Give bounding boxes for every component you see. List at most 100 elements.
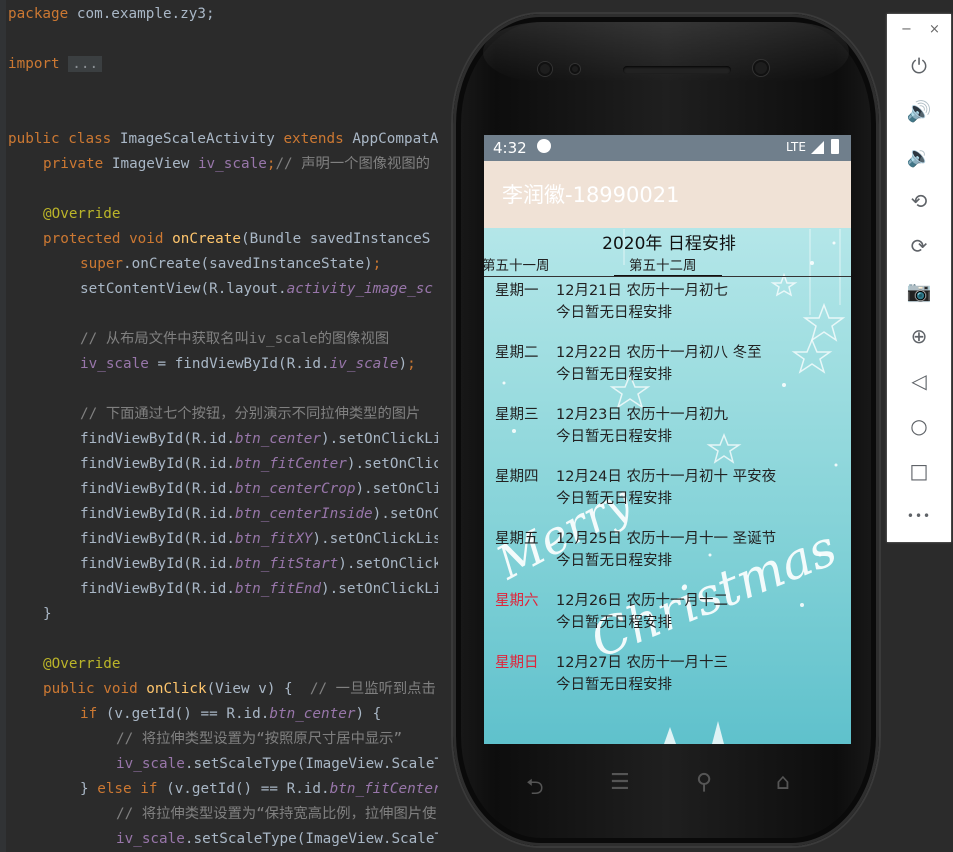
power-icon[interactable]: ⏻ [887, 44, 951, 88]
code-token: // 一旦监听到点击 [309, 681, 436, 697]
code-token: btn_fitCenter [234, 456, 347, 472]
search-icon[interactable]: ⚲ [696, 770, 712, 795]
rotate-left-icon[interactable]: ⟲ [887, 179, 951, 223]
minimize-button[interactable]: − [901, 22, 912, 37]
more-icon[interactable]: ••• [887, 494, 951, 538]
code-token: findViewById(R.id. [80, 431, 235, 447]
code-token: ImageView [103, 156, 198, 172]
code-token: // 从布局文件中获取名叫iv_scale的图像视图 [80, 331, 390, 347]
device-screen[interactable]: Merry Christmas 4:32 LTE 李润徽-18990021 20… [484, 135, 851, 744]
code-line[interactable]: } else if (v.getId() == R.id.btn_fitCent… [80, 777, 442, 802]
home-icon[interactable]: ○ [887, 404, 951, 448]
emulator-toolbar: − × ⏻ 🔊 🔉 ⟲ ⟳ 📷 ⊕ ◁ ○ □ ••• [887, 14, 951, 542]
date-label: 12月25日 农历十一月十一 圣诞节 [556, 531, 777, 547]
code-token: AppCompatA [343, 131, 439, 147]
code-line[interactable]: if (v.getId() == R.id.btn_center) { [80, 702, 381, 727]
code-token: @Override [43, 206, 121, 222]
back-icon[interactable]: ◁ [887, 359, 951, 403]
day-item[interactable]: 星期四 12月24日 农历十一月初十 平安夜 今日暂无日程安排 [484, 465, 851, 525]
code-token: iv_scale [116, 831, 185, 847]
code-line[interactable]: // 将拉伸类型设置为“保持宽高比例，拉伸图片使 [116, 802, 436, 827]
code-line[interactable]: // 下面通过七个按钮，分别演示不同拉伸类型的图片 [80, 402, 420, 427]
code-line[interactable]: import ... [8, 52, 103, 77]
sensor [570, 64, 580, 74]
code-line[interactable]: iv_scale.setScaleType(ImageView.ScaleTyp… [116, 827, 469, 852]
schedule-note: 今日暂无日程安排 [556, 429, 672, 445]
code-line[interactable]: // 将拉伸类型设置为“按照原尺寸居中显示” [116, 727, 402, 752]
editor-gutter [0, 0, 6, 852]
day-item[interactable]: 星期六 12月26日 农历十一月十二 今日暂无日程安排 [484, 589, 851, 649]
code-token: extends [283, 131, 344, 147]
code-token: onCreate [172, 231, 241, 247]
code-token: ).setOnCli [355, 481, 442, 497]
code-line[interactable]: package com.example.zy3; [8, 2, 215, 27]
code-token: btn_center [234, 431, 322, 447]
code-token: btn_centerCrop [234, 481, 356, 497]
tab-week-51[interactable]: 第五十一周 [484, 254, 550, 274]
code-line[interactable]: findViewById(R.id.btn_fitXY).setOnClickL… [80, 527, 442, 552]
volume-down-icon[interactable]: 🔉 [887, 134, 951, 178]
close-button[interactable]: × [929, 22, 940, 37]
schedule-note: 今日暂无日程安排 [556, 367, 672, 383]
rotate-right-icon[interactable]: ⟳ [887, 224, 951, 268]
code-line[interactable]: iv_scale.setScaleType(ImageView.ScaleT [116, 752, 443, 777]
day-item[interactable]: 星期二 12月22日 农历十一月初八 冬至 今日暂无日程安排 [484, 341, 851, 401]
tab-week-52[interactable]: 第五十二周 [629, 254, 697, 274]
code-line[interactable]: protected void onCreate(Bundle savedInst… [43, 227, 430, 252]
code-token: setContentView(R.layout. [80, 281, 287, 297]
volume-up-icon[interactable]: 🔊 [887, 89, 951, 133]
front-camera [538, 62, 552, 76]
overview-icon[interactable]: □ [887, 449, 951, 493]
menu-icon[interactable]: ☰ [610, 770, 630, 795]
date-label: 12月27日 农历十一月十三 [556, 655, 729, 671]
code-line[interactable]: public class ImageScaleActivity extends … [8, 127, 438, 152]
code-line[interactable]: findViewById(R.id.btn_centerCrop).setOnC… [80, 477, 442, 502]
day-item[interactable]: 星期五 12月25日 农历十一月十一 圣诞节 今日暂无日程安排 [484, 527, 851, 587]
day-item[interactable]: 星期一 12月21日 农历十一月初七 今日暂无日程安排 [484, 279, 851, 339]
code-token: findViewById(R.id. [80, 531, 235, 547]
code-line[interactable]: super.onCreate(savedInstanceState); [80, 252, 381, 277]
code-line[interactable]: iv_scale = findViewById(R.id.iv_scale); [80, 352, 416, 377]
code-token: iv_scale [197, 156, 267, 172]
back-icon[interactable]: ⮌ [526, 770, 544, 808]
camera-icon[interactable]: 📷 [887, 269, 951, 313]
code-token: // 声明一个图像视图的 [275, 156, 430, 172]
zoom-icon[interactable]: ⊕ [887, 314, 951, 358]
code-token: iv_scale [116, 756, 185, 772]
code-line[interactable]: findViewById(R.id.btn_fitEnd).setOnClick… [80, 577, 442, 602]
schedule-title: 2020年 日程安排 [602, 234, 736, 254]
date-label: 12月26日 农历十一月十二 [556, 593, 729, 609]
code-token: findViewById(R.id. [80, 481, 235, 497]
code-line[interactable]: // 从布局文件中获取名叫iv_scale的图像视图 [80, 327, 389, 352]
code-token: btn_fitCenter [329, 781, 442, 797]
code-line[interactable]: setContentView(R.layout.activity_image_s… [80, 277, 433, 302]
tab-divider [484, 276, 851, 277]
code-line[interactable]: @Override [43, 652, 120, 677]
code-token: super [80, 256, 124, 272]
code-token: ).setOnC [372, 506, 442, 522]
code-line[interactable]: public void onClick(View v) { // 一旦监听到点击 [43, 677, 436, 702]
code-token: private [43, 156, 104, 172]
code-line[interactable]: findViewById(R.id.btn_center).setOnClick… [80, 427, 442, 452]
status-time: 4:32 [493, 139, 527, 157]
code-line[interactable]: private ImageView iv_scale;// 声明一个图像视图的 [43, 152, 430, 177]
code-line[interactable]: findViewById(R.id.btn_centerInside).setO… [80, 502, 442, 527]
code-line[interactable]: findViewById(R.id.btn_fitStart).setOnCli… [80, 552, 442, 577]
code-token: ImageScaleActivity [111, 131, 284, 147]
schedule-note: 今日暂无日程安排 [556, 305, 672, 321]
app-notification-icon [537, 139, 551, 153]
weekday-label: 星期三 [495, 407, 539, 423]
code-token: btn_fitXY [234, 531, 313, 547]
day-item[interactable]: 星期三 12月23日 农历十一月初九 今日暂无日程安排 [484, 403, 851, 463]
code-token: ; [372, 256, 382, 272]
code-token: ) { [355, 706, 382, 722]
home-icon[interactable]: ⌂ [776, 770, 790, 795]
code-token: findViewById(R.id. [80, 581, 235, 597]
code-line[interactable]: } [43, 602, 52, 627]
code-line[interactable]: @Override [43, 202, 120, 227]
code-token: else if [97, 781, 158, 797]
schedule-note: 今日暂无日程安排 [556, 491, 672, 507]
code-line[interactable]: findViewById(R.id.btn_fitCenter).setOnCl… [80, 452, 442, 477]
day-item[interactable]: 星期日 12月27日 农历十一月十三 今日暂无日程安排 [484, 651, 851, 711]
